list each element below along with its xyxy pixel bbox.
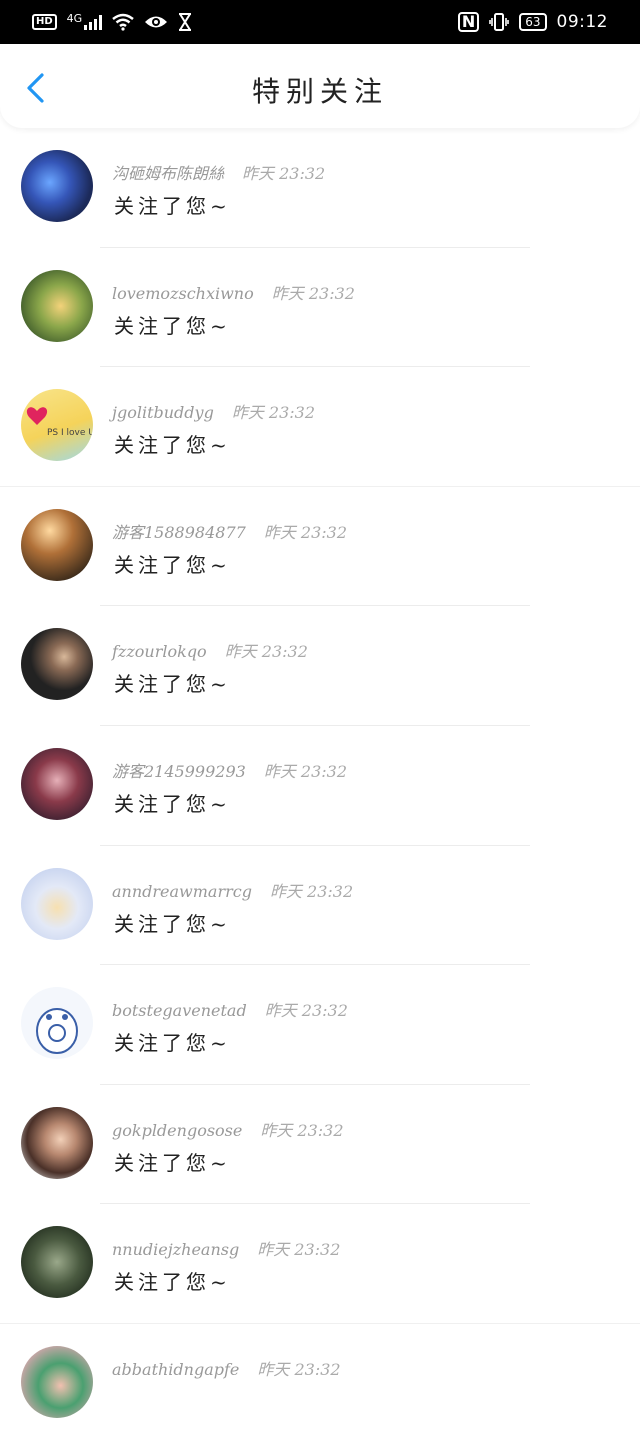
item-time: 昨天 23:32 <box>271 283 355 303</box>
nav-header: 特别关注 <box>0 44 640 128</box>
item-time: 昨天 23:32 <box>257 1240 341 1260</box>
list-item[interactable]: PS I love U jgolitbuddyg 昨天 23:32 关注了您~ <box>0 367 640 487</box>
item-time: 昨天 23:32 <box>257 1359 341 1379</box>
item-message: 关注了您~ <box>114 194 231 218</box>
list-item[interactable]: 游客1588984877 昨天 23:32 关注了您~ <box>0 487 640 607</box>
item-time: 昨天 23:32 <box>224 642 308 662</box>
item-message: 关注了您~ <box>114 313 231 338</box>
avatar[interactable] <box>21 508 93 581</box>
item-time: 昨天 23:32 <box>242 164 326 183</box>
cow-icon <box>36 1008 78 1055</box>
avatar[interactable] <box>21 747 93 820</box>
avatar[interactable] <box>21 1106 93 1179</box>
avatar[interactable] <box>21 1345 93 1418</box>
user-name: lovemozschxiwno <box>112 283 254 303</box>
user-name: 游客2145999293 <box>112 761 246 781</box>
status-bar: HD 4G N 63 09:12 <box>0 0 640 44</box>
item-time: 昨天 23:32 <box>260 1120 344 1140</box>
user-name: jgolitbuddyg <box>112 403 214 423</box>
item-meta: botstegavenetad 昨天 23:32 <box>112 997 348 1021</box>
user-name: 游客1588984877 <box>112 522 246 542</box>
item-meta: lovemozschxiwno 昨天 23:32 <box>112 280 355 304</box>
item-message: 关注了您~ <box>114 1150 231 1175</box>
item-meta: 游客2145999293 昨天 23:32 <box>112 758 347 782</box>
item-message: 关注了您~ <box>114 1031 231 1056</box>
user-name: 沟砸姆布陈朗絲 <box>112 164 225 183</box>
item-meta: gokpldengosose 昨天 23:32 <box>112 1117 344 1141</box>
list-item[interactable]: gokpldengosose 昨天 23:32 关注了您~ <box>0 1085 640 1205</box>
item-meta: anndreawmarrcg 昨天 23:32 <box>112 878 353 902</box>
status-left: HD 4G <box>32 10 192 34</box>
item-message: 关注了您~ <box>114 433 231 458</box>
list-item[interactable]: botstegavenetad 昨天 23:32 关注了您~ <box>0 965 640 1085</box>
list-item[interactable]: 沟砸姆布陈朗絲 昨天 23:32 关注了您~ <box>0 128 640 248</box>
item-time: 昨天 23:32 <box>269 881 354 901</box>
item-time: 昨天 23:32 <box>263 522 348 542</box>
nfc-icon: N <box>457 12 480 32</box>
avatar[interactable] <box>21 1226 93 1299</box>
list-item[interactable]: nnudiejzheansg 昨天 23:32 关注了您~ <box>0 1204 640 1324</box>
eye-icon <box>145 16 168 28</box>
avatar[interactable] <box>21 269 93 342</box>
battery-indicator: 63 <box>519 13 547 31</box>
status-right: N 63 09:12 <box>457 10 608 34</box>
heart-icon: PS I love U <box>26 407 93 438</box>
item-meta: fzzourlokqo 昨天 23:32 <box>112 638 308 662</box>
avatar[interactable] <box>21 150 93 222</box>
item-time: 昨天 23:32 <box>264 1001 348 1021</box>
item-meta: 游客1588984877 昨天 23:32 <box>112 519 347 543</box>
item-time: 昨天 23:32 <box>263 761 348 781</box>
user-name: anndreawmarrcg <box>112 881 252 901</box>
user-name: fzzourlokqo <box>112 642 207 662</box>
avatar[interactable] <box>21 628 93 701</box>
avatar[interactable] <box>21 867 93 940</box>
svg-text:PS I love U: PS I love U <box>47 428 93 438</box>
item-meta: jgolitbuddyg 昨天 23:32 <box>112 399 315 423</box>
item-meta: nnudiejzheansg 昨天 23:32 <box>112 1236 340 1260</box>
item-time: 昨天 23:32 <box>231 403 316 423</box>
item-message: 关注了您~ <box>114 791 231 816</box>
signal-icon: 4G <box>66 12 103 30</box>
vibrate-icon <box>489 13 510 31</box>
item-message: 关注了您~ <box>114 672 231 697</box>
hourglass-icon <box>179 13 192 31</box>
item-message: 关注了您~ <box>114 1270 231 1295</box>
list-item[interactable]: lovemozschxiwno 昨天 23:32 关注了您~ <box>0 248 640 368</box>
user-name: gokpldengosose <box>112 1120 243 1140</box>
wifi-icon <box>112 13 134 31</box>
network-type: 4G <box>66 12 83 25</box>
hd-badge: HD <box>32 14 57 30</box>
clock: 09:12 <box>556 12 608 32</box>
list-item[interactable]: abbathidngapfe 昨天 23:32 <box>0 1324 640 1444</box>
follower-list: 沟砸姆布陈朗絲 昨天 23:32 关注了您~ lovemozschxiwno 昨天 … <box>0 128 640 1444</box>
list-item[interactable]: 游客2145999293 昨天 23:32 关注了您~ <box>0 726 640 846</box>
user-name: abbathidngapfe <box>112 1359 240 1379</box>
list-item[interactable]: fzzourlokqo 昨天 23:32 关注了您~ <box>0 606 640 726</box>
avatar[interactable]: PS I love U <box>21 389 93 462</box>
user-name: nnudiejzheansg <box>112 1240 240 1260</box>
list-item[interactable]: anndreawmarrcg 昨天 23:32 关注了您~ <box>0 846 640 966</box>
avatar[interactable] <box>21 987 93 1060</box>
item-message: 关注了您~ <box>114 552 231 577</box>
item-meta: abbathidngapfe 昨天 23:32 <box>112 1356 341 1380</box>
user-name: botstegavenetad <box>112 1001 247 1021</box>
item-message: 关注了您~ <box>114 911 231 936</box>
page-title: 特别关注 <box>251 75 388 108</box>
item-meta: 沟砸姆布陈朗絲 昨天 23:32 <box>112 160 325 184</box>
